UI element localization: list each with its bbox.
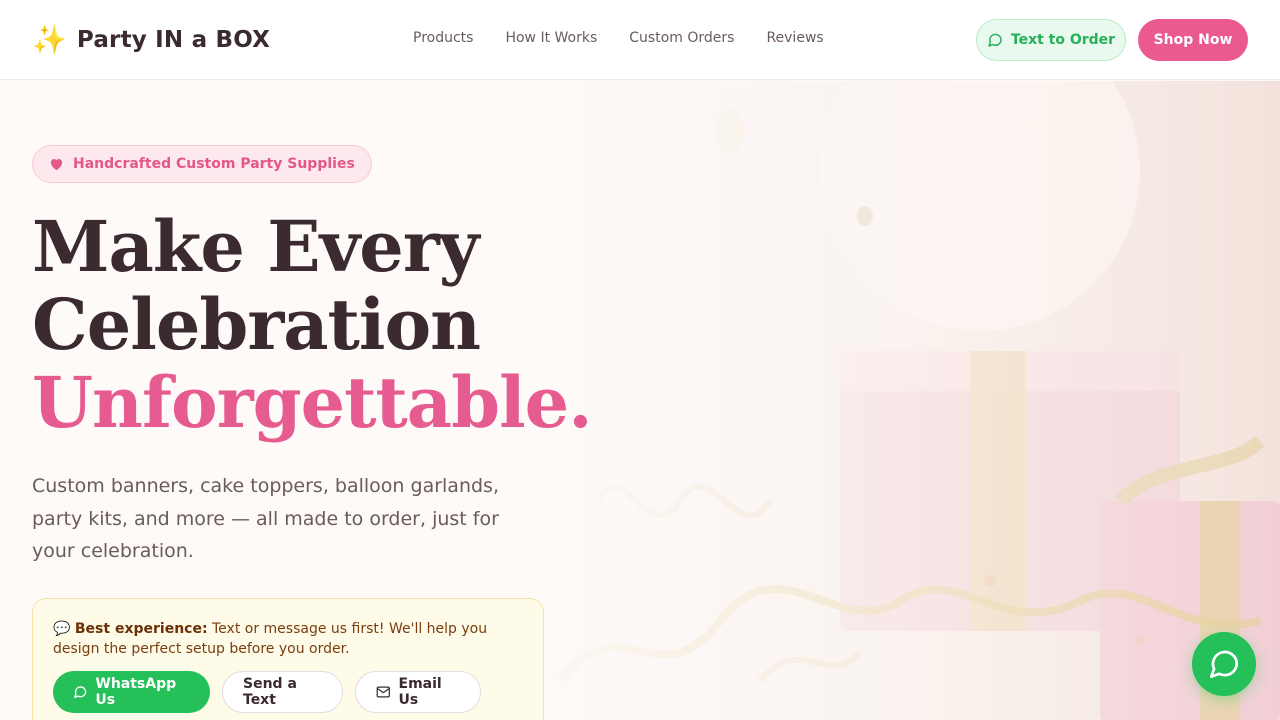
hero-headline: Make Every Celebration Unforgettable. bbox=[32, 205, 593, 444]
whatsapp-icon bbox=[74, 686, 87, 699]
sparkles-icon: ✨ bbox=[32, 23, 67, 56]
heart-icon bbox=[50, 159, 63, 171]
nav-link-how-it-works[interactable]: How It Works bbox=[505, 30, 597, 46]
whatsapp-button[interactable]: WhatsApp Us bbox=[53, 671, 210, 713]
site-header: ✨ Party IN a BOX Products How It Works C… bbox=[0, 0, 1280, 80]
whatsapp-label: WhatsApp Us bbox=[95, 676, 177, 708]
chat-bubble-icon bbox=[1209, 650, 1239, 679]
badge-label: Handcrafted Custom Party Supplies bbox=[73, 156, 355, 172]
headline-accent: Unforgettable. bbox=[32, 361, 593, 444]
logo[interactable]: ✨ Party IN a BOX bbox=[32, 22, 270, 58]
nav-link-custom-orders[interactable]: Custom Orders bbox=[629, 30, 734, 46]
info-bold-label: Best experience: bbox=[74, 621, 208, 637]
text-to-order-label: Text to Order bbox=[1010, 32, 1116, 48]
shop-now-label: Shop Now bbox=[1153, 32, 1233, 48]
nav-link-products[interactable]: Products bbox=[413, 30, 473, 46]
floating-chat-button[interactable] bbox=[1192, 632, 1256, 696]
chat-bubble-icon bbox=[988, 33, 1002, 47]
mail-icon bbox=[376, 686, 390, 698]
info-message: 💬 Best experience: Text or message us fi… bbox=[53, 619, 528, 659]
email-button[interactable]: Email Us bbox=[355, 671, 481, 713]
speech-bubble-icon: 💬 bbox=[53, 621, 71, 637]
contact-info-box: 💬 Best experience: Text or message us fi… bbox=[32, 598, 544, 720]
send-text-button[interactable]: Send a Text bbox=[222, 671, 343, 713]
nav-link-reviews[interactable]: Reviews bbox=[766, 30, 823, 46]
shop-now-button[interactable]: Shop Now bbox=[1138, 19, 1248, 61]
main-nav: Products How It Works Custom Orders Revi… bbox=[413, 30, 824, 46]
send-text-label: Send a Text bbox=[243, 676, 297, 708]
hero-subtext: Custom banners, cake toppers, balloon ga… bbox=[32, 475, 499, 562]
logo-text: Party IN a BOX bbox=[76, 27, 271, 53]
email-label: Email Us bbox=[398, 676, 442, 708]
text-to-order-button[interactable]: Text to Order bbox=[976, 19, 1126, 61]
headline-line-2: Celebration bbox=[32, 283, 481, 366]
contact-button-row: WhatsApp Us Send a Text Email Us bbox=[53, 671, 481, 713]
headline-line-1: Make Every bbox=[32, 205, 479, 288]
hero-badge: Handcrafted Custom Party Supplies bbox=[32, 145, 372, 183]
